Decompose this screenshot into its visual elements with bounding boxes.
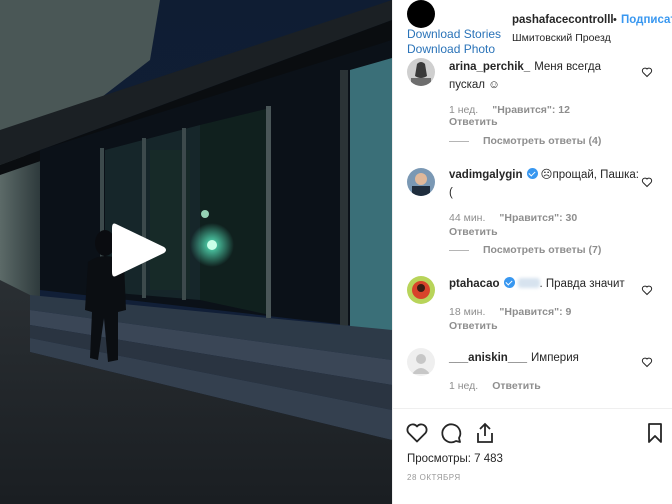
- commenter-avatar[interactable]: [407, 168, 435, 196]
- views-count: Просмотры: 7 483: [407, 453, 503, 465]
- bookmark-icon[interactable]: [643, 421, 667, 445]
- comment-meta: 1 нед. "Нравится": 12: [449, 104, 570, 116]
- comment-body: ___aniskin___ Империя: [449, 349, 639, 367]
- comment-body: ptahacao . Правда значит: [449, 275, 639, 293]
- comment-text: . Правда значит: [539, 278, 625, 290]
- comment-text: Империя: [531, 352, 579, 364]
- like-heart-icon[interactable]: [405, 421, 429, 445]
- comment-time: 1 нед.: [449, 380, 479, 392]
- reply-button[interactable]: Ответить: [492, 380, 541, 392]
- comment-username[interactable]: arina_perchik_: [449, 61, 530, 73]
- comment-like-heart-icon[interactable]: [641, 284, 653, 296]
- comment-like-heart-icon[interactable]: [641, 356, 653, 368]
- download-stories-link[interactable]: Download Stories: [407, 27, 501, 41]
- comment-body: arina_perchik_ Меня всегда пускал ☺: [449, 58, 639, 94]
- comment-time: 18 мин.: [449, 306, 486, 318]
- verified-badge-icon: [526, 168, 538, 179]
- view-replies-button[interactable]: Посмотреть ответы (4): [449, 135, 601, 147]
- comment-time: 44 мин.: [449, 212, 486, 224]
- comment-like-heart-icon[interactable]: [641, 176, 653, 188]
- follow-button[interactable]: Подписаться: [621, 14, 672, 26]
- post-location[interactable]: Шмитовский Проезд: [512, 32, 611, 44]
- commenter-avatar[interactable]: [407, 348, 435, 376]
- comment-likes[interactable]: "Нравится": 12: [492, 104, 570, 116]
- play-button[interactable]: [112, 222, 168, 278]
- author-username[interactable]: pashafacecontrolll: [512, 14, 614, 26]
- comment-meta: 18 мин. "Нравится": 9: [449, 306, 571, 318]
- header-separator: •: [613, 14, 617, 26]
- comment-username[interactable]: vadimgalygin: [449, 169, 523, 181]
- reply-button[interactable]: Ответить: [449, 320, 498, 332]
- comment-username[interactable]: ___aniskin___: [449, 352, 527, 364]
- comment-likes[interactable]: "Нравится": 9: [499, 306, 571, 318]
- comments-list: arina_perchik_ Меня всегда пускал ☺ 1 нед…: [393, 52, 672, 408]
- author-avatar[interactable]: [407, 0, 435, 28]
- commenter-avatar[interactable]: [407, 276, 435, 304]
- post-header: Download Stories Download Photo pashafac…: [393, 0, 672, 56]
- comment-meta: 1 нед. Ответить: [449, 380, 541, 392]
- comment-meta: 44 мин. "Нравится": 30: [449, 212, 577, 224]
- verified-badge-icon: [503, 277, 515, 288]
- comment-likes[interactable]: "Нравится": 30: [499, 212, 577, 224]
- video-frame: [0, 0, 392, 504]
- post-date[interactable]: 28 ОКТЯБРЯ: [407, 473, 461, 482]
- video-player[interactable]: [0, 0, 392, 504]
- comment-icon[interactable]: [439, 421, 463, 445]
- comment-like-heart-icon[interactable]: [641, 66, 653, 78]
- reply-button[interactable]: Ответить: [449, 116, 498, 128]
- comment-username[interactable]: ptahacao: [449, 278, 500, 290]
- reply-button[interactable]: Ответить: [449, 226, 498, 238]
- comment-time: 1 нед.: [449, 104, 479, 116]
- share-icon[interactable]: [473, 421, 497, 445]
- post-actions: Просмотры: 7 483 28 ОКТЯБРЯ: [393, 408, 672, 504]
- view-replies-button[interactable]: Посмотреть ответы (7): [449, 244, 601, 256]
- commenter-avatar[interactable]: [407, 58, 435, 86]
- play-icon: [112, 223, 166, 277]
- instagram-post: Download Stories Download Photo pashafac…: [0, 0, 672, 504]
- post-side-panel: Download Stories Download Photo pashafac…: [392, 0, 672, 504]
- blurred-mention: [517, 278, 540, 288]
- comment-body: vadimgalygin ☹прощай, Пашка:(: [449, 166, 639, 202]
